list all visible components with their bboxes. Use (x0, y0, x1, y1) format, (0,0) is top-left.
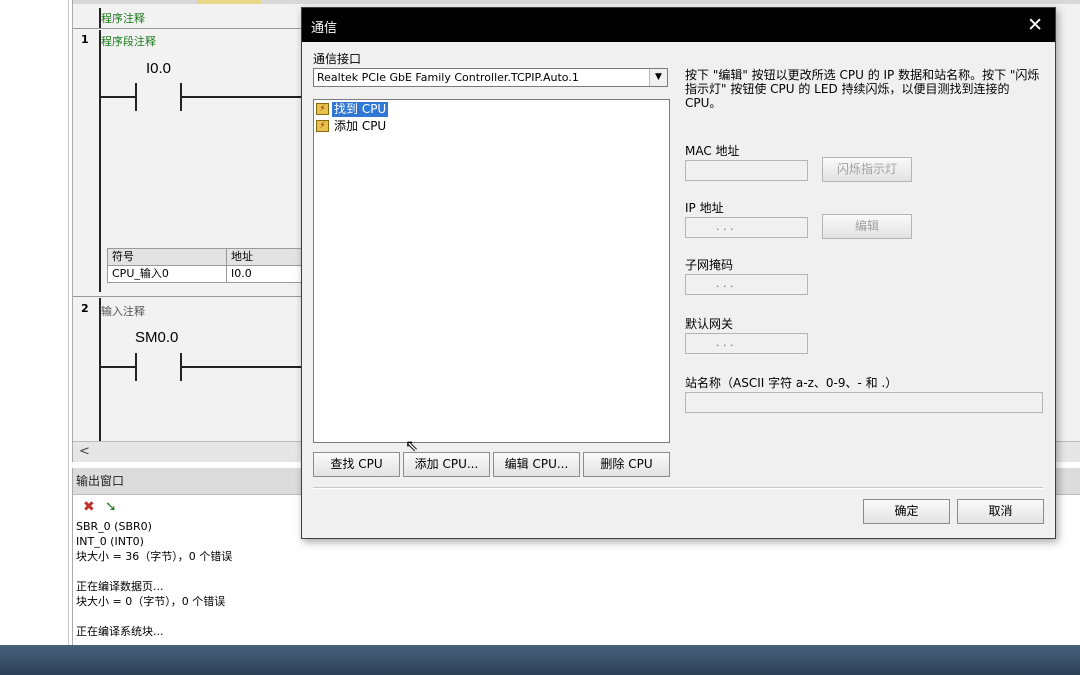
rung-wire (101, 96, 135, 98)
default-gateway-field[interactable]: . . . (685, 333, 808, 354)
tree-item-label: 添加 CPU (334, 118, 387, 133)
project-tree-strip (0, 0, 69, 645)
add-cpu-button[interactable]: 添加 CPU... (403, 452, 490, 477)
flash-led-button[interactable]: 闪烁指示灯 (822, 157, 912, 182)
network-number: 1 (81, 33, 89, 46)
dialog-title-bar[interactable]: 通信 ✕ (302, 8, 1055, 42)
output-line: 正在编译数据页... (76, 580, 164, 593)
gateway-dots: . . . (716, 336, 734, 349)
editor-tab-active[interactable] (197, 0, 261, 4)
chevron-down-icon[interactable]: ▼ (649, 69, 667, 86)
network-divider (73, 296, 303, 297)
contact-address: I0.0 (146, 60, 172, 77)
interface-label: 通信接口 (313, 52, 362, 66)
contact-left-bar[interactable] (135, 353, 137, 381)
program-comment: 程序注释 (101, 12, 145, 25)
rung-wire (101, 366, 135, 368)
network-number: 2 (81, 302, 89, 315)
network-divider (73, 28, 303, 29)
address-cell: I0.0 (231, 267, 252, 280)
output-line: 块大小 = 36（字节），0 个错误 (76, 550, 233, 563)
lightning-icon: ⚡ (316, 120, 329, 132)
dialog-title: 通信 (311, 21, 338, 36)
close-icon[interactable]: ✕ (1027, 14, 1043, 36)
ip-address-label: IP 地址 (685, 201, 724, 215)
rung-wire (182, 96, 303, 98)
ok-button[interactable]: 确定 (863, 499, 950, 524)
tree-item-add-cpu[interactable]: ⚡ 添加 CPU (316, 118, 388, 134)
taskbar (0, 645, 1080, 675)
output-line: 块大小 = 0（字节），0 个错误 (76, 595, 226, 608)
scroll-left-icon[interactable]: < (79, 444, 90, 459)
tree-item-find-cpu[interactable]: ⚡ 找到 CPU (316, 101, 389, 117)
symbol-table: 符号 地址 CPU_输入0 I0.0 (107, 248, 305, 283)
network-comment[interactable]: 程序段注释 (101, 33, 156, 49)
power-rail (99, 30, 101, 292)
delete-cpu-button[interactable]: 删除 CPU (583, 452, 670, 477)
power-rail (99, 298, 101, 441)
ip-dots: . . . (716, 220, 734, 233)
network-comment[interactable]: 输入注释 (101, 303, 145, 319)
dialog-separator (313, 487, 1043, 489)
mac-address-label: MAC 地址 (685, 144, 740, 158)
default-gateway-label: 默认网关 (685, 317, 734, 331)
symbol-header: 符号 (108, 249, 227, 265)
table-row[interactable]: CPU_输入0 I0.0 (108, 266, 304, 282)
interface-select[interactable]: Realtek PCIe GbE Family Controller.TCPIP… (313, 68, 668, 87)
cpu-tree[interactable]: ⚡ 找到 CPU ⚡ 添加 CPU (313, 99, 670, 443)
mouse-pointer-icon: ⇖ (405, 436, 419, 455)
mac-address-field[interactable] (685, 160, 808, 181)
address-header: 地址 (231, 250, 253, 263)
help-text: 按下 "编辑" 按钮以更改所选 CPU 的 IP 数据和站名称。按下 "闪烁指示… (685, 68, 1040, 110)
contact-left-bar[interactable] (135, 83, 137, 111)
clear-output-icon[interactable]: ✖ (83, 499, 95, 515)
subnet-mask-label: 子网掩码 (685, 258, 734, 272)
ip-address-field[interactable]: . . . (685, 217, 808, 238)
edit-ip-button[interactable]: 编辑 (822, 214, 912, 239)
contact-address: SM0.0 (135, 329, 179, 346)
editor-tabstrip (73, 0, 1080, 4)
rung-wire (182, 366, 303, 368)
symbol-cell: CPU_输入0 (108, 266, 227, 282)
edit-cpu-button[interactable]: 编辑 CPU... (493, 452, 580, 477)
tree-item-label: 找到 CPU (332, 101, 389, 117)
station-name-field[interactable] (685, 392, 1043, 413)
communication-dialog: 通信 ✕ 通信接口 Realtek PCIe GbE Family Contro… (301, 7, 1056, 539)
station-name-label: 站名称（ASCII 字符 a-z、0-9、- 和 .） (685, 376, 898, 390)
find-cpu-button[interactable]: 查找 CPU (313, 452, 400, 477)
output-line: 正在编译系统块... (76, 625, 164, 638)
cancel-button[interactable]: 取消 (957, 499, 1044, 524)
interface-value: Realtek PCIe GbE Family Controller.TCPIP… (317, 71, 579, 84)
lightning-icon: ⚡ (316, 103, 329, 115)
go-to-error-icon[interactable]: ➘ (105, 499, 117, 515)
subnet-dots: . . . (716, 277, 734, 290)
subnet-mask-field[interactable]: . . . (685, 274, 808, 295)
